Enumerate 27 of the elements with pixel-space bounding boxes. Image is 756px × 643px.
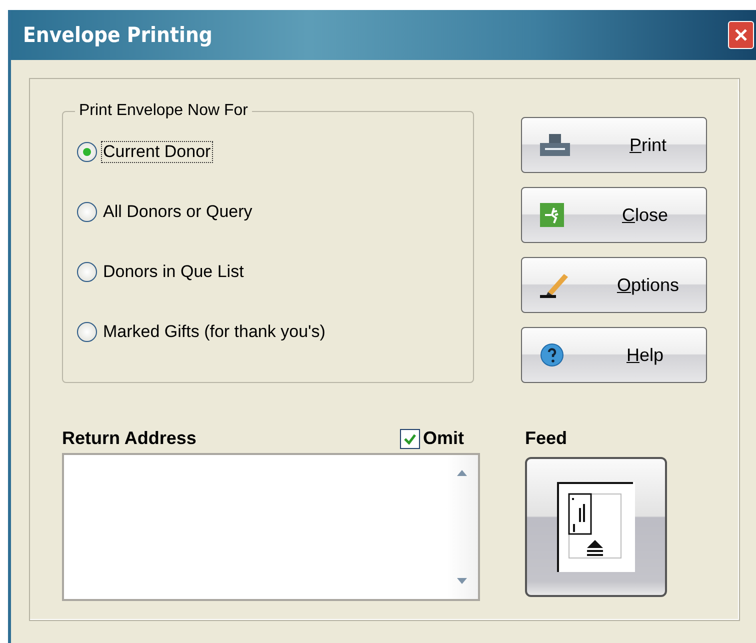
close-icon[interactable] [728, 21, 754, 49]
radio-button[interactable] [77, 262, 97, 282]
feed-label: Feed [525, 427, 568, 449]
print-button[interactable]: Print [521, 117, 707, 173]
window-title: Envelope Printing [23, 23, 212, 47]
options-button[interactable]: Options [521, 257, 707, 313]
radio-button[interactable] [77, 322, 97, 342]
printer-icon [540, 134, 570, 156]
exit-icon [540, 203, 564, 227]
group-label: Print Envelope Now For [75, 102, 252, 120]
help-button[interactable]: Help [521, 327, 707, 383]
help-icon [540, 343, 564, 367]
pencil-icon [540, 272, 570, 298]
radio-button[interactable] [77, 142, 97, 162]
checkbox[interactable] [400, 428, 420, 448]
radio-label[interactable]: Current Donor [101, 141, 213, 163]
radio-label[interactable]: Marked Gifts (for thank you's) [101, 321, 328, 343]
radio-button[interactable] [77, 202, 97, 222]
envelope-feed-icon [557, 482, 635, 572]
field-label: Return Address [62, 428, 196, 449]
radio-label[interactable]: All Donors or Query [101, 201, 254, 223]
checkbox-label[interactable]: Omit [422, 428, 464, 449]
feed-button[interactable] [525, 457, 667, 597]
radio-label[interactable]: Donors in Que List [101, 261, 246, 283]
checkmark-icon [402, 432, 417, 446]
close-button[interactable]: Close [521, 187, 707, 243]
address-field[interactable] [62, 453, 480, 601]
